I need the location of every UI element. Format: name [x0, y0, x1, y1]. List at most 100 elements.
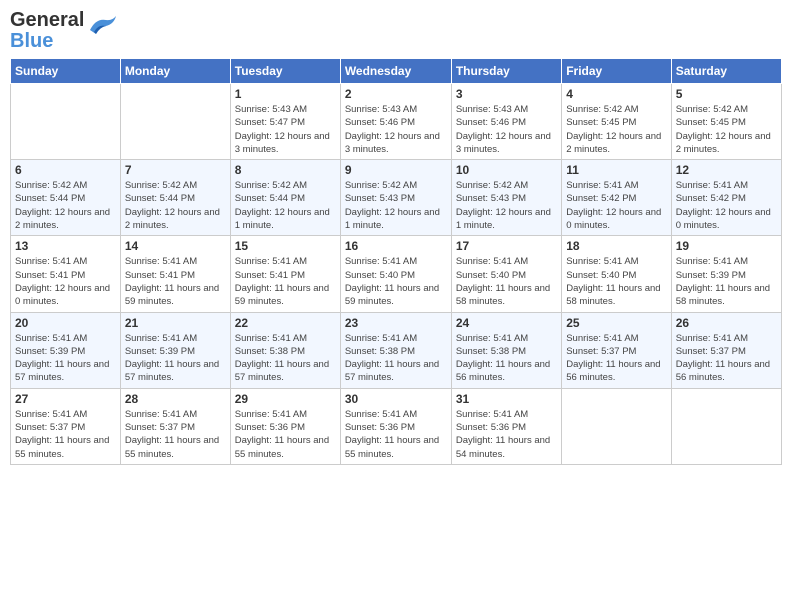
weekday-header-row: SundayMondayTuesdayWednesdayThursdayFrid… [11, 59, 782, 84]
weekday-monday: Monday [120, 59, 230, 84]
day-number: 26 [676, 316, 777, 330]
calendar-cell: 20 Sunrise: 5:41 AM Sunset: 5:39 PM Dayli… [11, 312, 121, 388]
calendar-week-row: 27 Sunrise: 5:41 AM Sunset: 5:37 PM Dayli… [11, 388, 782, 464]
day-number: 31 [456, 392, 557, 406]
logo-blue: Blue [10, 30, 53, 52]
day-info: Sunrise: 5:41 AM Sunset: 5:37 PM Dayligh… [125, 408, 226, 461]
logo: GeneralBlue [10, 10, 118, 52]
day-number: 25 [566, 316, 666, 330]
calendar-cell: 26Sunrise: 5:41 AM Sunset: 5:37 PM Dayli… [671, 312, 781, 388]
day-info: Sunrise: 5:42 AM Sunset: 5:43 PM Dayligh… [345, 179, 447, 232]
calendar-cell: 7 Sunrise: 5:42 AM Sunset: 5:44 PM Daylig… [120, 160, 230, 236]
calendar-cell: 17Sunrise: 5:41 AM Sunset: 5:40 PM Dayli… [451, 236, 561, 312]
calendar-cell: 13Sunrise: 5:41 AM Sunset: 5:41 PM Dayli… [11, 236, 121, 312]
day-number: 14 [125, 239, 226, 253]
calendar-cell: 10 Sunrise: 5:42 AM Sunset: 5:43 PM Dayli… [451, 160, 561, 236]
calendar-cell: 11 Sunrise: 5:41 AM Sunset: 5:42 PM Dayli… [562, 160, 671, 236]
day-number: 13 [15, 239, 116, 253]
day-info: Sunrise: 5:41 AM Sunset: 5:39 PM Dayligh… [125, 332, 226, 385]
calendar-cell: 25Sunrise: 5:41 AM Sunset: 5:37 PM Dayli… [562, 312, 671, 388]
calendar-cell [562, 388, 671, 464]
day-number: 20 [15, 316, 116, 330]
calendar-week-row: 6 Sunrise: 5:42 AM Sunset: 5:44 PM Daylig… [11, 160, 782, 236]
day-info: Sunrise: 5:41 AM Sunset: 5:41 PM Dayligh… [235, 255, 336, 308]
day-number: 15 [235, 239, 336, 253]
calendar-cell: 1 Sunrise: 5:43 AM Sunset: 5:47 PM Daylig… [230, 84, 340, 160]
day-info: Sunrise: 5:41 AM Sunset: 5:39 PM Dayligh… [15, 332, 116, 385]
calendar-cell: 2Sunrise: 5:43 AM Sunset: 5:46 PM Daylig… [340, 84, 451, 160]
calendar-cell: 6 Sunrise: 5:42 AM Sunset: 5:44 PM Daylig… [11, 160, 121, 236]
calendar-cell: 9 Sunrise: 5:42 AM Sunset: 5:43 PM Daylig… [340, 160, 451, 236]
day-info: Sunrise: 5:41 AM Sunset: 5:36 PM Dayligh… [235, 408, 336, 461]
weekday-wednesday: Wednesday [340, 59, 451, 84]
day-number: 24 [456, 316, 557, 330]
day-number: 16 [345, 239, 447, 253]
day-number: 4 [566, 87, 666, 101]
day-info: Sunrise: 5:41 AM Sunset: 5:40 PM Dayligh… [456, 255, 557, 308]
day-info: Sunrise: 5:41 AM Sunset: 5:42 PM Dayligh… [566, 179, 666, 232]
calendar-cell: 12Sunrise: 5:41 AM Sunset: 5:42 PM Dayli… [671, 160, 781, 236]
day-info: Sunrise: 5:41 AM Sunset: 5:41 PM Dayligh… [125, 255, 226, 308]
calendar-week-row: 13 Sunrise: 5:41 AM Sunset: 5:41 PM Dayli… [11, 236, 782, 312]
day-info: Sunrise: 5:41 AM Sunset: 5:40 PM Dayligh… [345, 255, 447, 308]
day-info: Sunrise: 5:42 AM Sunset: 5:45 PM Dayligh… [566, 103, 666, 156]
weekday-saturday: Saturday [671, 59, 781, 84]
calendar-week-row: 1 Sunrise: 5:43 AM Sunset: 5:47 PM Daylig… [11, 84, 782, 160]
calendar-cell: 21 Sunrise: 5:41 AM Sunset: 5:39 PM Dayli… [120, 312, 230, 388]
day-number: 30 [345, 392, 447, 406]
day-info: Sunrise: 5:41 AM Sunset: 5:36 PM Dayligh… [456, 408, 557, 461]
calendar-cell: 8Sunrise: 5:42 AM Sunset: 5:44 PM Daylig… [230, 160, 340, 236]
calendar-cell: 31 Sunrise: 5:41 AM Sunset: 5:36 PM Dayli… [451, 388, 561, 464]
page-header: GeneralBlue [10, 10, 782, 52]
day-info: Sunrise: 5:42 AM Sunset: 5:44 PM Dayligh… [125, 179, 226, 232]
day-number: 10 [456, 163, 557, 177]
day-info: Sunrise: 5:41 AM Sunset: 5:40 PM Dayligh… [566, 255, 666, 308]
day-number: 6 [15, 163, 116, 177]
day-number: 7 [125, 163, 226, 177]
day-info: Sunrise: 5:41 AM Sunset: 5:36 PM Dayligh… [345, 408, 447, 461]
day-info: Sunrise: 5:41 AM Sunset: 5:38 PM Dayligh… [456, 332, 557, 385]
day-number: 5 [676, 87, 777, 101]
day-number: 8 [235, 163, 336, 177]
calendar-cell: 28 Sunrise: 5:41 AM Sunset: 5:37 PM Dayli… [120, 388, 230, 464]
day-number: 1 [235, 87, 336, 101]
calendar-cell: 27Sunrise: 5:41 AM Sunset: 5:37 PM Dayli… [11, 388, 121, 464]
calendar-cell: 14 Sunrise: 5:41 AM Sunset: 5:41 PM Dayli… [120, 236, 230, 312]
day-number: 22 [235, 316, 336, 330]
calendar-week-row: 20 Sunrise: 5:41 AM Sunset: 5:39 PM Dayli… [11, 312, 782, 388]
calendar-cell [120, 84, 230, 160]
day-info: Sunrise: 5:42 AM Sunset: 5:44 PM Dayligh… [15, 179, 116, 232]
day-number: 27 [15, 392, 116, 406]
day-info: Sunrise: 5:42 AM Sunset: 5:43 PM Dayligh… [456, 179, 557, 232]
day-info: Sunrise: 5:41 AM Sunset: 5:38 PM Dayligh… [345, 332, 447, 385]
calendar-cell [671, 388, 781, 464]
logo-text: GeneralBlue [10, 9, 84, 52]
calendar-cell: 30 Sunrise: 5:41 AM Sunset: 5:36 PM Dayli… [340, 388, 451, 464]
weekday-thursday: Thursday [451, 59, 561, 84]
day-number: 29 [235, 392, 336, 406]
logo-bird-icon [86, 14, 118, 41]
calendar-cell: 18Sunrise: 5:41 AM Sunset: 5:40 PM Dayli… [562, 236, 671, 312]
day-number: 12 [676, 163, 777, 177]
calendar-cell: 19Sunrise: 5:41 AM Sunset: 5:39 PM Dayli… [671, 236, 781, 312]
calendar-cell: 5Sunrise: 5:42 AM Sunset: 5:45 PM Daylig… [671, 84, 781, 160]
day-info: Sunrise: 5:41 AM Sunset: 5:38 PM Dayligh… [235, 332, 336, 385]
day-number: 28 [125, 392, 226, 406]
calendar-cell [11, 84, 121, 160]
day-number: 21 [125, 316, 226, 330]
day-info: Sunrise: 5:43 AM Sunset: 5:47 PM Dayligh… [235, 103, 336, 156]
day-number: 3 [456, 87, 557, 101]
calendar-cell: 3 Sunrise: 5:43 AM Sunset: 5:46 PM Daylig… [451, 84, 561, 160]
weekday-friday: Friday [562, 59, 671, 84]
day-info: Sunrise: 5:41 AM Sunset: 5:39 PM Dayligh… [676, 255, 777, 308]
calendar-cell: 15 Sunrise: 5:41 AM Sunset: 5:41 PM Dayli… [230, 236, 340, 312]
day-number: 11 [566, 163, 666, 177]
weekday-sunday: Sunday [11, 59, 121, 84]
day-number: 2 [345, 87, 447, 101]
day-number: 23 [345, 316, 447, 330]
day-number: 9 [345, 163, 447, 177]
calendar-body: 1 Sunrise: 5:43 AM Sunset: 5:47 PM Daylig… [11, 84, 782, 465]
calendar-table: SundayMondayTuesdayWednesdayThursdayFrid… [10, 58, 782, 465]
calendar-cell: 29 Sunrise: 5:41 AM Sunset: 5:36 PM Dayli… [230, 388, 340, 464]
day-info: Sunrise: 5:43 AM Sunset: 5:46 PM Dayligh… [456, 103, 557, 156]
